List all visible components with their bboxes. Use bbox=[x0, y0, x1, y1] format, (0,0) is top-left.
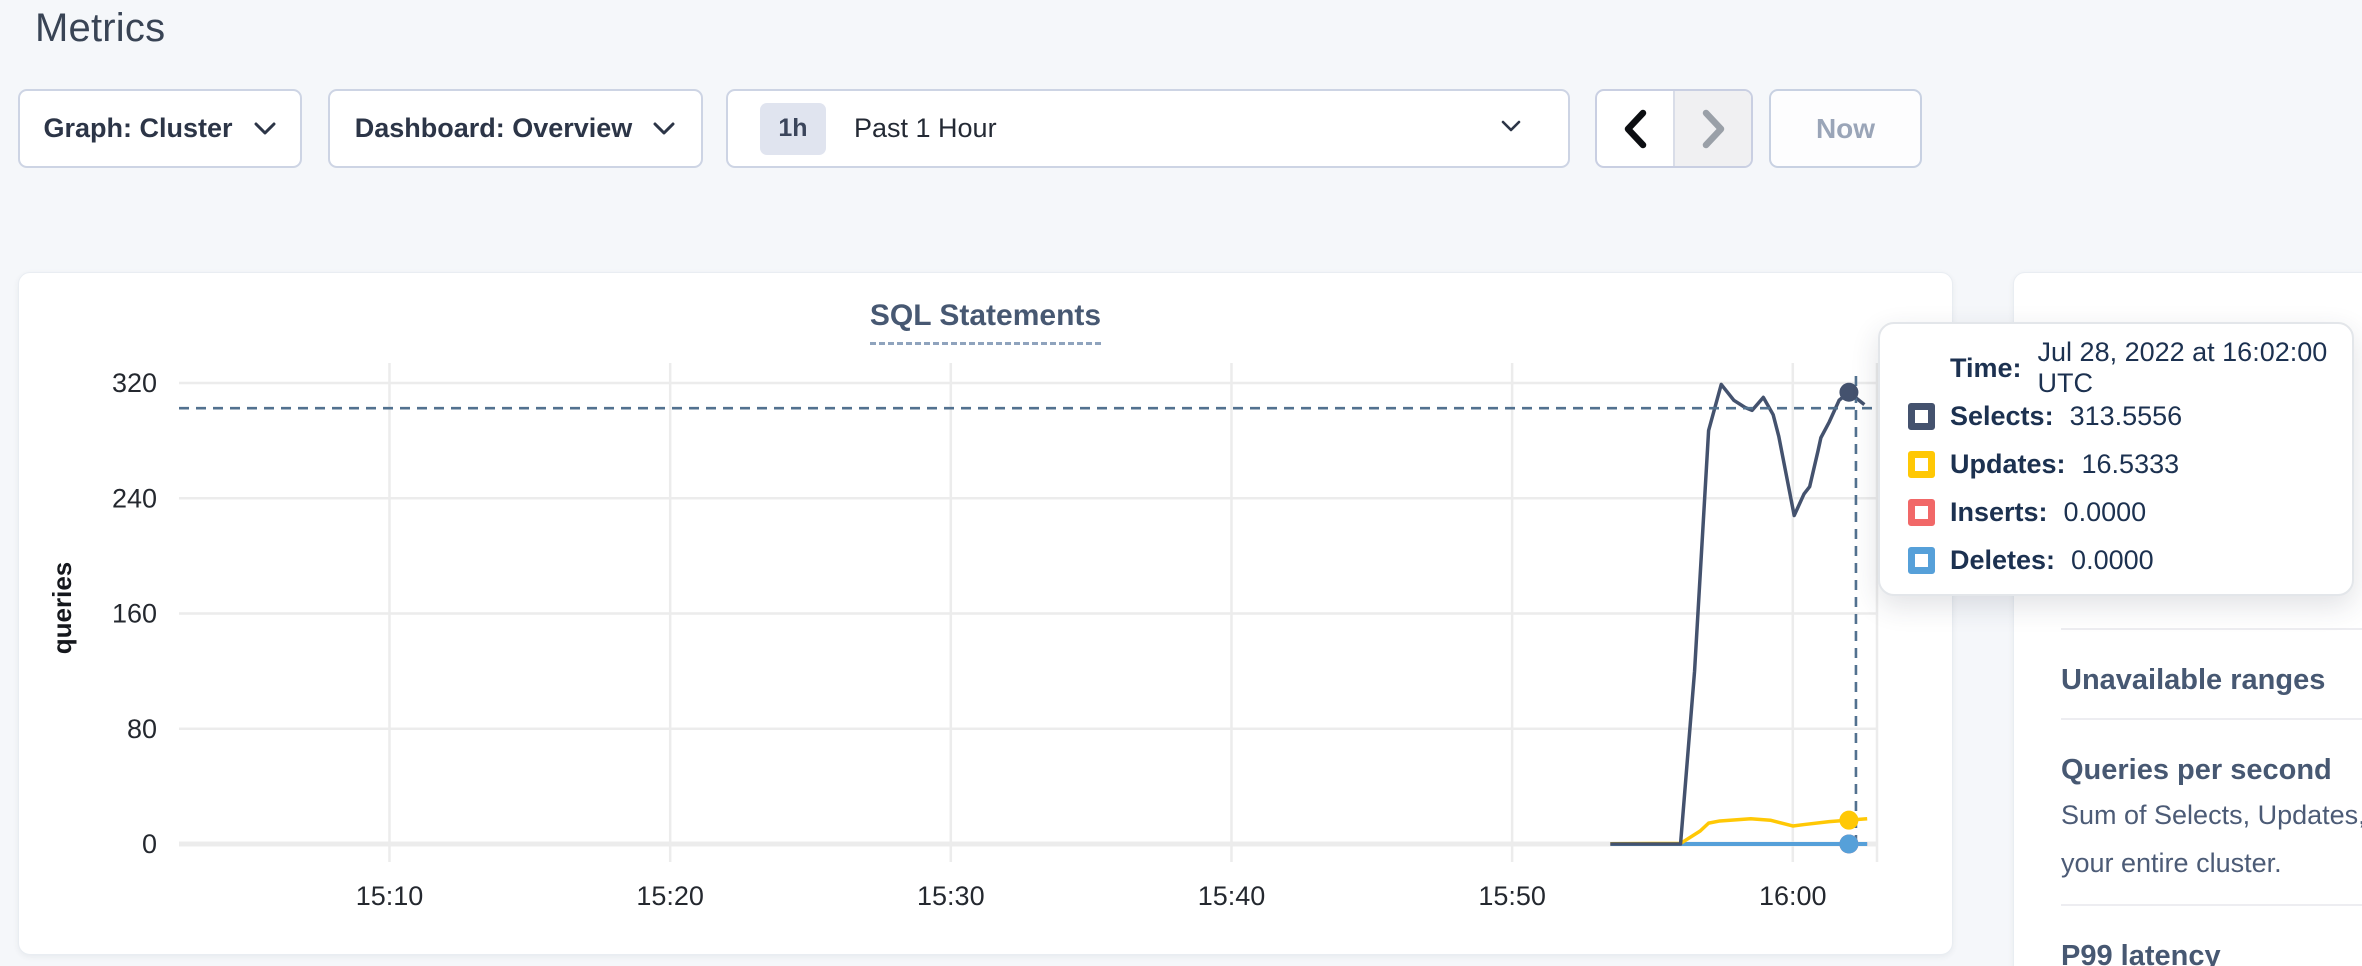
x-tick-label: 16:00 bbox=[1759, 881, 1827, 911]
series-value: 0.0000 bbox=[2071, 545, 2154, 576]
series-color-swatch-icon bbox=[1908, 499, 1935, 526]
x-tick-label: 15:40 bbox=[1198, 881, 1266, 911]
now-button[interactable]: Now bbox=[1769, 89, 1922, 168]
tooltip-time-label: Time: bbox=[1950, 353, 2022, 384]
tooltip-series-row: Updates: 16.5333 bbox=[1908, 440, 2352, 488]
y-tick-label: 0 bbox=[142, 829, 157, 859]
tooltip-series-row: Deletes: 0.0000 bbox=[1908, 536, 2352, 584]
series-value: 16.5333 bbox=[2082, 449, 2180, 480]
chevron-down-icon bbox=[652, 121, 676, 136]
sql-statements-card: SQL Statements 08016024032015:1015:2015:… bbox=[18, 272, 1953, 955]
sidebar-section-description: Sum of Selects, Updates, Inse bbox=[2061, 798, 2362, 832]
hover-dot-updates bbox=[1839, 811, 1858, 830]
chart-hover-tooltip: Time: Jul 28, 2022 at 16:02:00 UTC Selec… bbox=[1878, 322, 2354, 596]
sidebar-section-description: your entire cluster. bbox=[2061, 846, 2362, 880]
graph-dropdown-label: Graph: Cluster bbox=[43, 113, 232, 144]
series-value: 313.5556 bbox=[2070, 401, 2183, 432]
x-tick-label: 15:50 bbox=[1478, 881, 1546, 911]
hover-dot-selects bbox=[1839, 383, 1858, 402]
chevron-down-icon bbox=[1500, 119, 1522, 138]
tooltip-time-value: Jul 28, 2022 at 16:02:00 UTC bbox=[2038, 337, 2352, 399]
time-range-dropdown[interactable]: 1h Past 1 Hour bbox=[726, 89, 1570, 168]
time-step-buttons bbox=[1595, 89, 1753, 168]
series-label: Updates: bbox=[1950, 449, 2066, 480]
sidebar-divider bbox=[2061, 904, 2362, 906]
page-title: Metrics bbox=[35, 6, 165, 51]
series-label: Deletes: bbox=[1950, 545, 2055, 576]
tooltip-time-row: Time: Jul 28, 2022 at 16:02:00 UTC bbox=[1908, 344, 2352, 392]
series-color-swatch-icon bbox=[1908, 451, 1935, 478]
sidebar-divider bbox=[2061, 628, 2362, 630]
time-range-badge: 1h bbox=[760, 103, 826, 155]
series-line-updates bbox=[1610, 819, 1867, 844]
y-tick-label: 80 bbox=[127, 714, 157, 744]
y-axis-label: queries bbox=[47, 562, 77, 655]
sidebar-section-heading: P99 latency bbox=[2061, 941, 2362, 966]
sql-statements-chart[interactable]: 0 80 160 240 320 15:10 15:20 15:30 15:40 15:50 16:… bbox=[19, 273, 1954, 956]
series-color-swatch-icon bbox=[1908, 403, 1935, 430]
previous-time-button[interactable] bbox=[1597, 91, 1673, 166]
series-label: Inserts: bbox=[1950, 497, 2048, 528]
y-tick-label: 240 bbox=[112, 483, 157, 513]
chevron-right-icon bbox=[1698, 108, 1728, 150]
series-label: Selects: bbox=[1950, 401, 2054, 432]
chevron-left-icon bbox=[1620, 108, 1650, 150]
sidebar-section-heading: Queries per second bbox=[2061, 755, 2362, 785]
hover-dot-deletes bbox=[1839, 835, 1858, 854]
x-tick-label: 15:20 bbox=[636, 881, 704, 911]
time-range-label: Past 1 Hour bbox=[854, 113, 997, 144]
dashboard-dropdown[interactable]: Dashboard: Overview bbox=[328, 89, 703, 168]
series-value: 0.0000 bbox=[2064, 497, 2147, 528]
sidebar-section-heading: Unavailable ranges bbox=[2061, 665, 2362, 695]
tooltip-series-row: Selects: 313.5556 bbox=[1908, 392, 2352, 440]
chevron-down-icon bbox=[253, 121, 277, 136]
next-time-button[interactable] bbox=[1673, 91, 1751, 166]
series-color-swatch-icon bbox=[1908, 547, 1935, 574]
dashboard-dropdown-label: Dashboard: Overview bbox=[355, 113, 633, 144]
tooltip-series-row: Inserts: 0.0000 bbox=[1908, 488, 2352, 536]
sidebar-divider bbox=[2061, 718, 2362, 720]
x-tick-label: 15:10 bbox=[356, 881, 424, 911]
y-tick-label: 320 bbox=[112, 368, 157, 398]
graph-dropdown[interactable]: Graph: Cluster bbox=[18, 89, 302, 168]
y-tick-label: 160 bbox=[112, 599, 157, 629]
x-tick-label: 15:30 bbox=[917, 881, 985, 911]
